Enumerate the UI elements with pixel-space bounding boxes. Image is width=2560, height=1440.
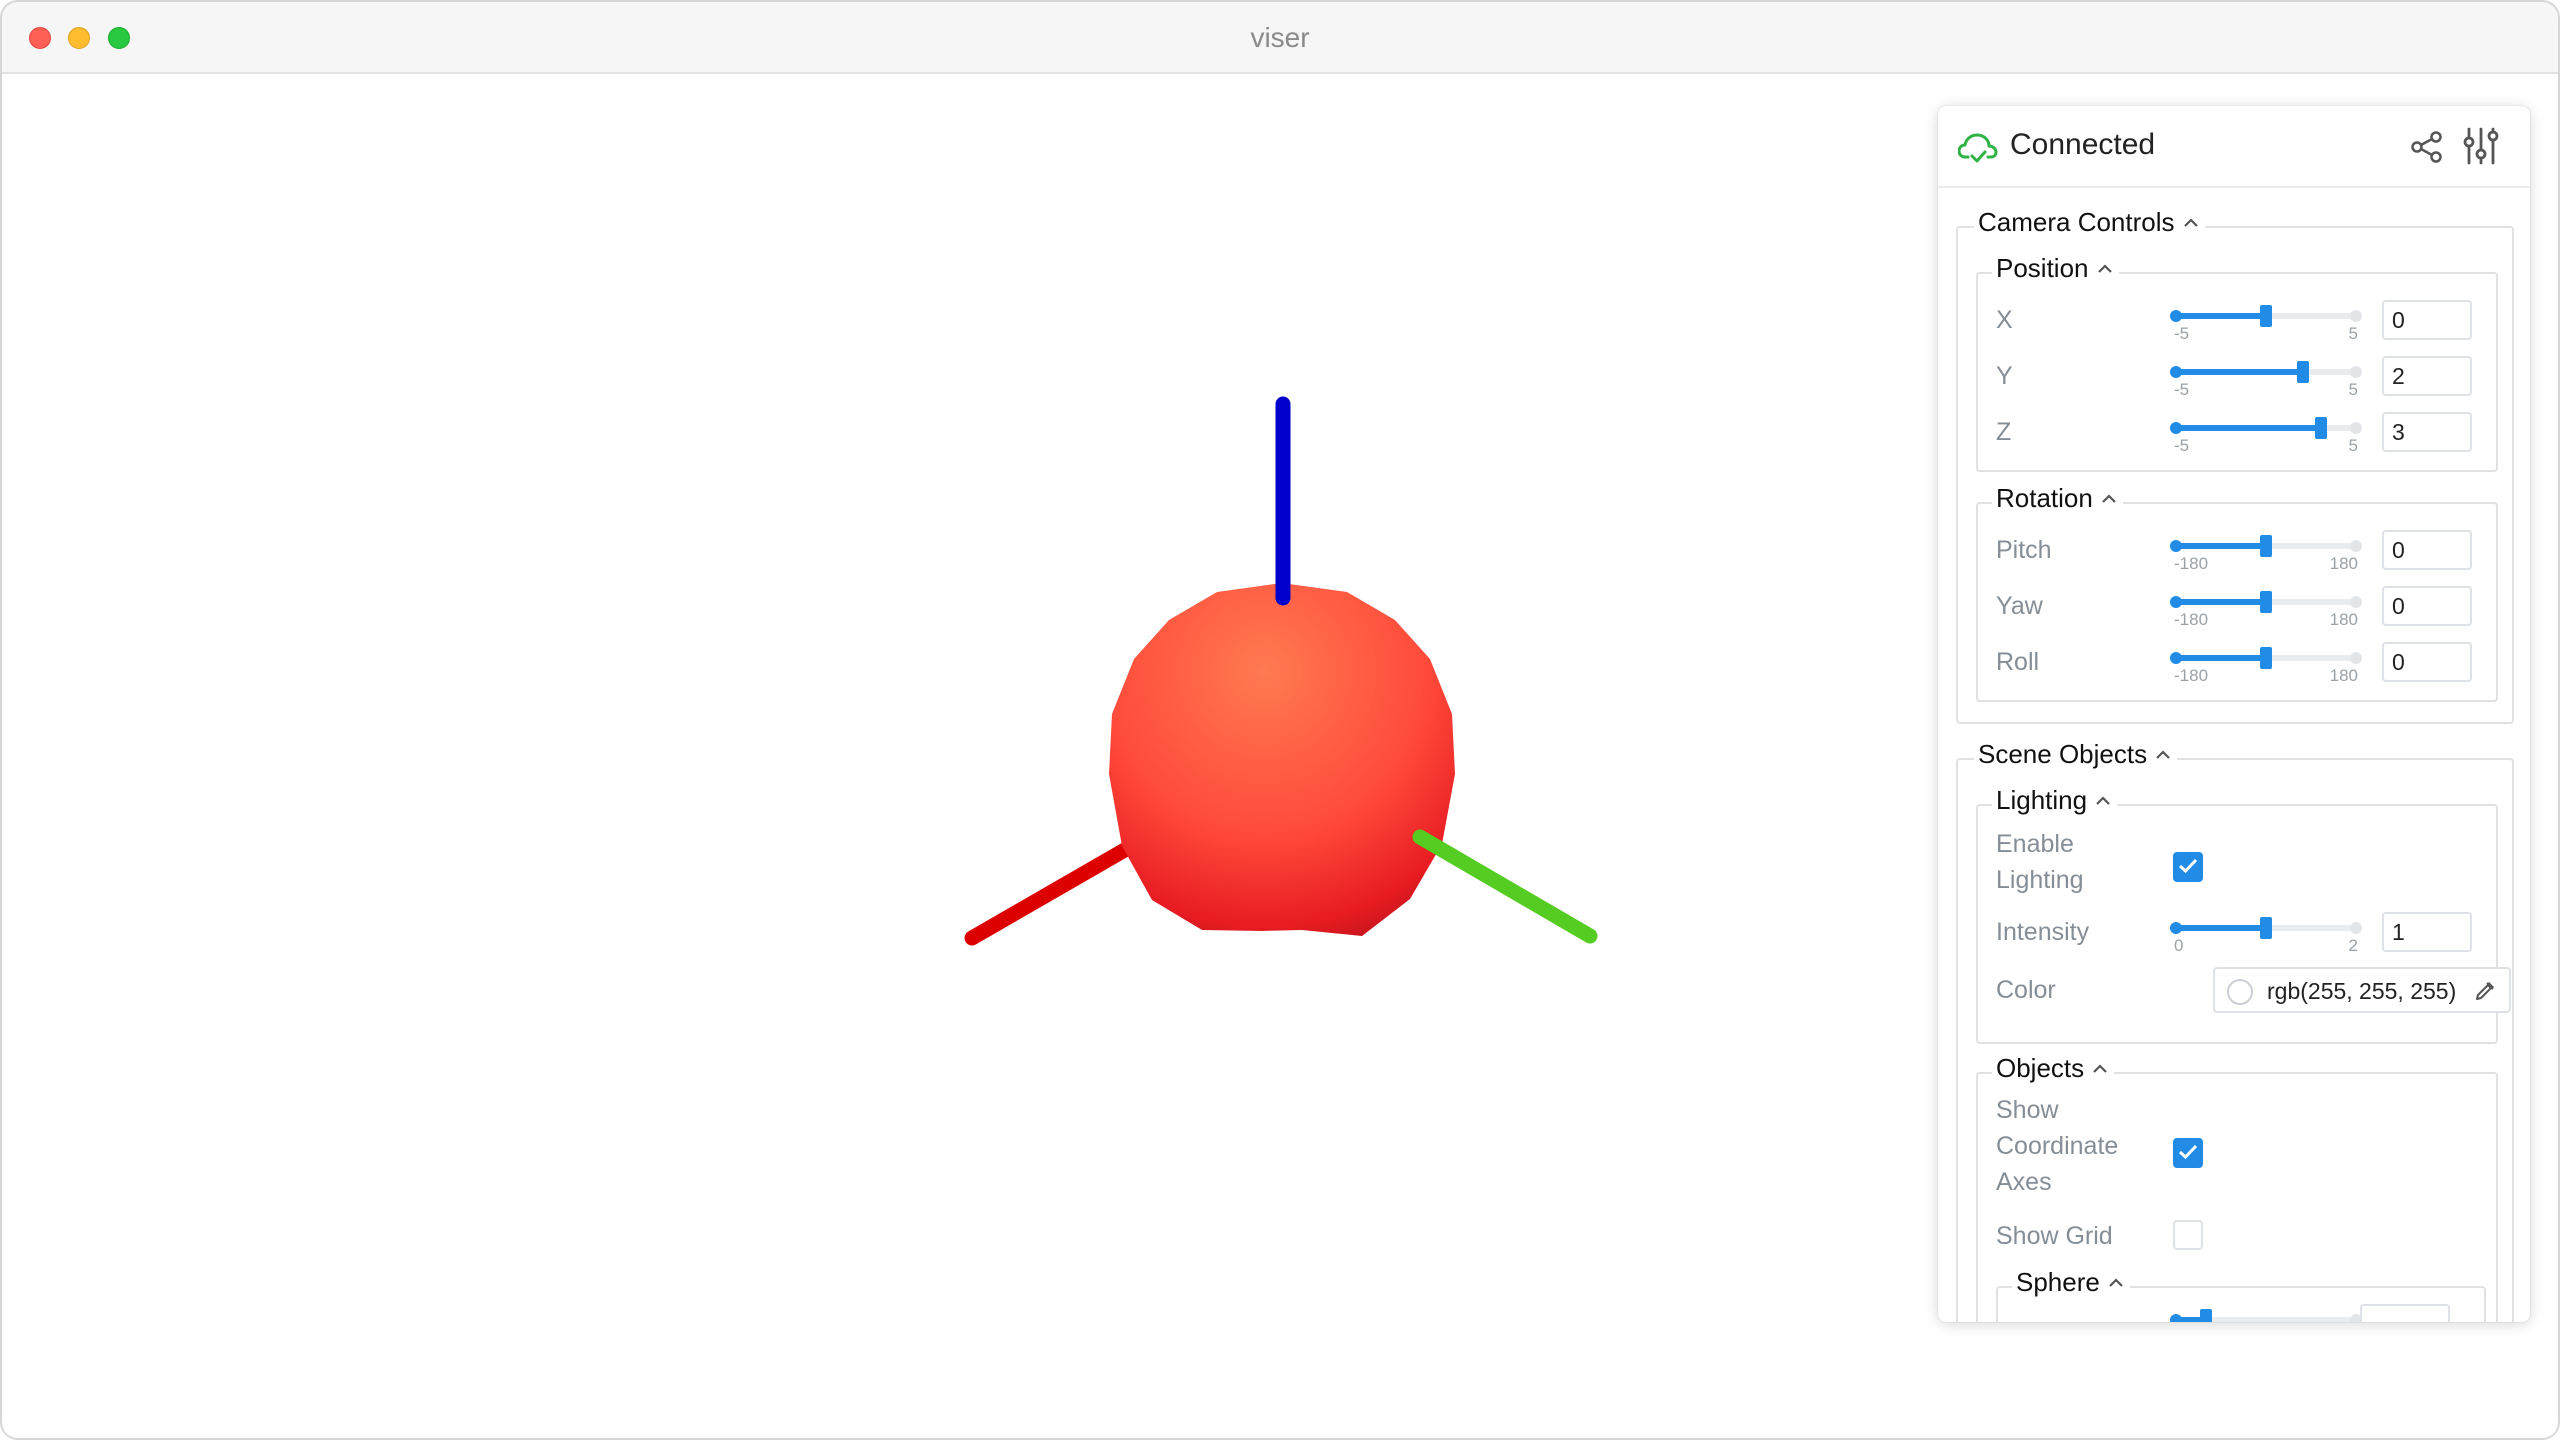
slider-min-label: -5 [2174, 380, 2190, 399]
enable-lighting-label: Enable Lighting [1996, 826, 2084, 898]
position-x-label: X [1996, 306, 2013, 334]
sphere-title: Sphere [2016, 1267, 2100, 1297]
chevron-up-icon [2109, 1277, 2123, 1287]
show-grid-checkbox[interactable] [2173, 1220, 2203, 1250]
position-title: Position [1996, 253, 2089, 283]
position-y-input[interactable] [2382, 356, 2472, 396]
rotation-header[interactable]: Rotation [1992, 483, 2123, 514]
sphere-input[interactable] [2360, 1304, 2450, 1322]
show-axes-checkbox[interactable] [2173, 1138, 2203, 1168]
camera-controls-folder: Camera Controls Position X -5 5 Y [1956, 207, 2514, 724]
objects-title: Objects [1996, 1053, 2085, 1083]
show-axes-label: Show Coordinate Axes [1996, 1092, 2118, 1200]
rotation-yaw-slider[interactable]: -180 180 [2170, 590, 2362, 629]
sphere-slider[interactable] [2170, 1308, 2362, 1322]
chevron-up-icon [2096, 795, 2110, 805]
intensity-input[interactable] [2382, 912, 2472, 952]
axis-x-line [964, 832, 1150, 946]
color-swatch[interactable] [2227, 979, 2253, 1005]
sphere-header[interactable]: Sphere [2012, 1267, 2130, 1298]
rotation-yaw-input[interactable] [2382, 586, 2472, 626]
label-line: Enable [1996, 830, 2074, 858]
window-title: viser [1250, 22, 1310, 53]
axis-y-line [1412, 829, 1598, 944]
slider-min-label: -180 [2174, 554, 2209, 573]
scene-objects-header[interactable]: Scene Objects [1974, 739, 2178, 770]
position-folder: Position X -5 5 Y -5 5 Z [1976, 253, 2498, 472]
share-icon[interactable] [2410, 130, 2444, 164]
rotation-title: Rotation [1996, 483, 2093, 513]
color-value: rgb(255, 255, 255) [2267, 978, 2457, 1004]
position-x-input[interactable] [2382, 300, 2472, 340]
chevron-up-icon [2097, 263, 2112, 273]
position-z-label: Z [1996, 418, 2012, 446]
app-window: viser Connected Camera Controls Position… [0, 0, 2560, 1440]
slider-min-label: -5 [2174, 324, 2190, 343]
enable-lighting-checkbox[interactable] [2173, 852, 2203, 882]
rotation-pitch-slider[interactable]: -180 180 [2170, 534, 2362, 573]
slider-max-label: 180 [2329, 610, 2358, 629]
panel-header: Connected [1938, 106, 2530, 188]
color-label: Color [1996, 976, 2056, 1004]
color-input[interactable]: rgb(255, 255, 255) [2213, 967, 2511, 1013]
slider-max-label: 180 [2329, 666, 2358, 685]
rotation-yaw-label: Yaw [1996, 592, 2043, 620]
position-y-slider[interactable]: -5 5 [2170, 360, 2362, 399]
position-z-input[interactable] [2382, 412, 2472, 452]
lighting-folder: Lighting Enable Lighting Intensity 0 2 1… [1976, 785, 2511, 1044]
slider-min-label: -5 [2174, 436, 2190, 455]
sphere-mesh [1109, 583, 1455, 936]
position-x-slider[interactable]: -5 5 [2170, 304, 2362, 343]
chevron-up-icon [2102, 493, 2116, 503]
cloud-check-icon [1958, 133, 1998, 163]
rotation-pitch-label: Pitch [1996, 536, 2052, 564]
rotation-folder: Rotation Pitch -180 180 Yaw -180 180 R [1976, 483, 2498, 702]
position-y-label: Y [1996, 362, 2013, 390]
label-line: Coordinate [1996, 1132, 2119, 1160]
intensity-label: Intensity [1996, 918, 2090, 946]
slider-max-label: 5 [2348, 380, 2358, 399]
lighting-header[interactable]: Lighting [1992, 785, 2118, 816]
rotation-roll-slider[interactable]: -180 180 [2170, 646, 2362, 685]
eyedropper-icon[interactable] [2473, 979, 2497, 1003]
chevron-up-icon [2156, 749, 2170, 759]
scene-objects-title: Scene Objects [1978, 739, 2148, 769]
camera-controls-header[interactable]: Camera Controls [1974, 207, 2205, 238]
camera-controls-title: Camera Controls [1978, 207, 2175, 237]
label-line: Lighting [1996, 866, 2084, 894]
position-header[interactable]: Position [1992, 253, 2119, 284]
adjustments-icon[interactable] [2462, 126, 2500, 166]
check-icon [2178, 858, 2198, 874]
chevron-up-icon [2183, 217, 2198, 227]
slider-max-label: 5 [2348, 324, 2358, 343]
show-grid-label: Show Grid [1996, 1222, 2113, 1250]
slider-min-label: -180 [2174, 610, 2209, 629]
rotation-pitch-input[interactable] [2382, 530, 2472, 570]
connection-status: Connected [2010, 128, 2156, 161]
label-line: Axes [1996, 1168, 2052, 1196]
lighting-title: Lighting [1996, 785, 2088, 815]
check-icon [2178, 1144, 2198, 1160]
position-z-slider[interactable]: -5 5 [2170, 416, 2362, 455]
slider-min-label: -180 [2174, 666, 2209, 685]
slider-max-label: 2 [2348, 936, 2358, 955]
intensity-slider[interactable]: 0 2 [2170, 916, 2362, 955]
slider-max-label: 5 [2348, 436, 2358, 455]
sphere-folder: Sphere [1996, 1267, 2486, 1322]
objects-header[interactable]: Objects [1992, 1053, 2115, 1084]
chevron-up-icon [2093, 1063, 2107, 1073]
slider-min-label: 0 [2174, 936, 2184, 955]
control-panel: Connected Camera Controls Position X -5 … [1938, 106, 2530, 1322]
rotation-roll-input[interactable] [2382, 642, 2472, 682]
title-bar: viser [2, 2, 2558, 74]
slider-max-label: 180 [2329, 554, 2358, 573]
rotation-roll-label: Roll [1996, 648, 2040, 676]
scene-objects-folder: Scene Objects Lighting Enable Lighting I… [1956, 739, 2514, 1322]
label-line: Show [1996, 1096, 2059, 1124]
objects-folder: Objects Show Coordinate Axes Show Grid S… [1976, 1053, 2498, 1322]
